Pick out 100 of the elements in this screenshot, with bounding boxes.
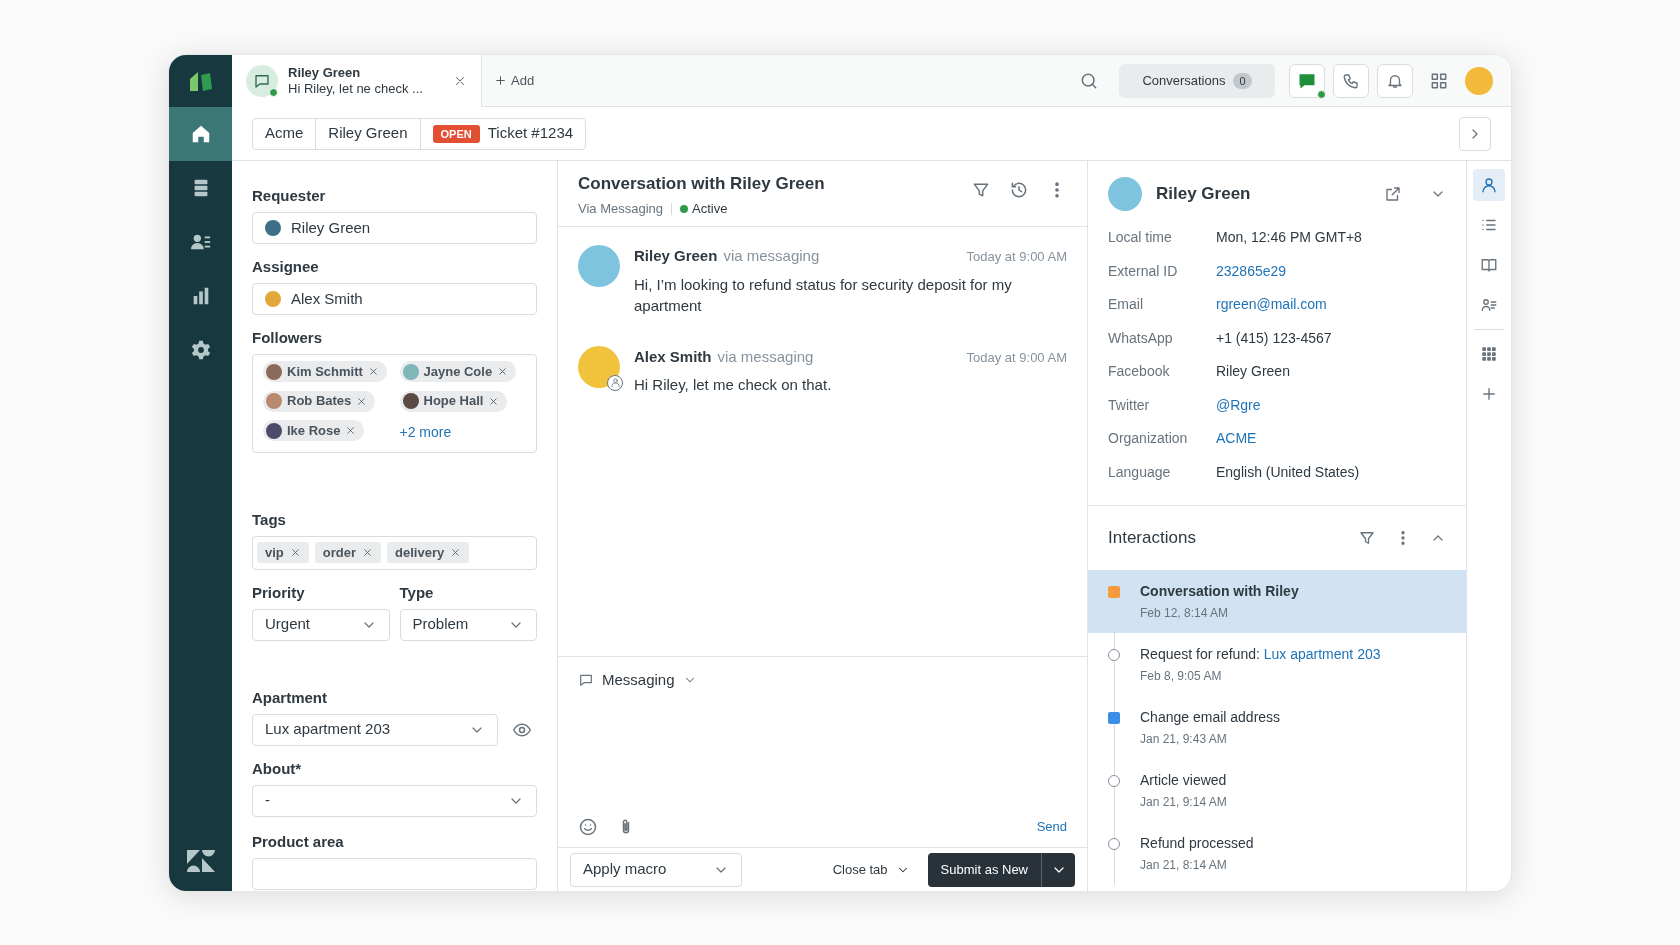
customer-name: Riley Green [1156, 183, 1252, 206]
message-author: Riley Green [634, 246, 718, 266]
tag[interactable]: order [314, 542, 382, 563]
submit-button[interactable]: Submit as New [927, 852, 1041, 887]
avatar [266, 363, 282, 380]
open-in-new-icon[interactable] [1384, 185, 1402, 203]
submit-options-button[interactable] [1041, 852, 1075, 887]
requester-field[interactable]: Riley Green [252, 212, 537, 244]
interaction-item[interactable]: Request for refund: Lux apartment 203 Feb 8, 9:05 AM [1088, 633, 1466, 696]
interaction-item[interactable]: Refund processed Jan 21, 8:14 AM [1088, 822, 1466, 885]
zendesk-logo-icon[interactable] [186, 850, 215, 872]
phone-button[interactable] [1333, 63, 1369, 98]
history-icon[interactable] [1009, 180, 1029, 200]
breadcrumb-label: Acme [265, 123, 304, 144]
breadcrumb-label: Ticket #1234 [487, 123, 574, 144]
field-label: Assignee [252, 258, 320, 276]
field-label: Priority [252, 583, 306, 602]
field-label: Organization [1108, 429, 1189, 449]
follower-chip[interactable]: Ike Rose [263, 420, 365, 441]
field-label: About* [252, 759, 303, 778]
interaction-title: Change email address [1140, 708, 1281, 726]
field-link[interactable]: 232865e29 [1216, 260, 1287, 282]
priority-dropdown[interactable]: Urgent [252, 608, 390, 641]
followers-field[interactable]: Kim Schmitt Jayne Cole Rob Bates Hope Hall Ike Rose +2 more [252, 354, 537, 453]
breadcrumb-label: Riley Green [328, 123, 408, 144]
interaction-title: Refund processed [1140, 834, 1254, 852]
tags-field[interactable]: vip order delivery [252, 535, 537, 570]
avatar [402, 363, 419, 380]
field-label: Followers [252, 329, 323, 347]
field-label: Twitter [1108, 395, 1151, 415]
remove-icon [450, 547, 462, 558]
logo-icon[interactable] [187, 69, 214, 93]
emoji-icon[interactable] [578, 817, 598, 837]
field-label: Local time [1108, 228, 1173, 248]
field-label: Facebook [1108, 362, 1171, 382]
notifications-button[interactable] [1377, 63, 1413, 98]
field-link[interactable]: ACME [1216, 428, 1257, 450]
messaging-button[interactable] [1289, 63, 1325, 98]
interaction-item[interactable]: Article viewed Jan 21, 9:14 AM [1088, 759, 1466, 822]
field-label: WhatsApp [1108, 328, 1174, 348]
remove-icon [289, 547, 301, 558]
interaction-item[interactable]: Change email address Jan 21, 9:43 AM [1088, 696, 1466, 759]
message-time: Today at 9:00 AM [966, 248, 1067, 266]
conversations-count: 0 [1233, 72, 1252, 89]
status-badge: OPEN [432, 124, 480, 143]
breadcrumb[interactable]: Riley Green [315, 118, 420, 149]
filter-icon[interactable] [1358, 529, 1376, 547]
message-channel: via messaging [723, 246, 820, 266]
apartment-dropdown[interactable]: Lux apartment 203 [252, 713, 498, 746]
interaction-link[interactable]: Lux apartment 203 [1263, 646, 1381, 662]
field-label: Language [1108, 462, 1172, 482]
interaction-date: Jan 21, 9:43 AM [1140, 731, 1228, 748]
add-tab-button[interactable]: Add [494, 70, 535, 91]
follower-chip[interactable]: Kim Schmitt [263, 361, 387, 382]
field-label: Email [1108, 295, 1144, 315]
type-dropdown[interactable]: Problem [399, 608, 537, 641]
conversation-title: Conversation with Riley Green [578, 174, 826, 194]
follower-chip[interactable]: Hope Hall [399, 390, 508, 412]
follower-chip[interactable]: Rob Bates [263, 390, 376, 412]
channel-dropdown[interactable]: Messaging [578, 669, 697, 692]
message-text: Hi, I’m looking to refund status for security deposit for my apartment [634, 274, 1013, 316]
follower-chip[interactable]: Jayne Cole [399, 361, 517, 382]
message-time: Today at 9:00 AM [966, 348, 1067, 367]
remove-icon [497, 366, 509, 377]
apply-macro-dropdown[interactable]: Apply macro [570, 852, 742, 887]
tag[interactable]: delivery [387, 542, 470, 563]
tag[interactable]: vip [257, 542, 309, 563]
user-icon [1480, 176, 1498, 194]
field-link[interactable]: rgreen@mail.com [1216, 294, 1327, 316]
message-text: Hi Riley, let me check on that. [634, 375, 833, 395]
remove-icon [488, 395, 500, 407]
more-followers-link[interactable]: +2 more [399, 422, 452, 444]
field-link[interactable]: @Rgre [1216, 394, 1261, 416]
interaction-title: Conversation with Riley [1140, 582, 1299, 600]
send-button[interactable]: Send [1036, 817, 1067, 837]
breadcrumb[interactable]: OPEN Ticket #1234 [419, 118, 586, 149]
assignee-field[interactable]: Alex Smith [252, 283, 537, 315]
rail-button[interactable] [1473, 169, 1505, 201]
interaction-title: Request for refund: Lux apartment 203 [1140, 645, 1381, 663]
avatar [402, 393, 419, 409]
interaction-title: Article viewed [1140, 771, 1227, 789]
filter-icon[interactable] [971, 180, 991, 200]
field-label: Tags [252, 510, 287, 529]
avatar [266, 422, 282, 439]
breadcrumb[interactable]: Acme [253, 118, 316, 149]
close-tab-button[interactable]: Close tab [832, 859, 910, 880]
tab-preview: Hi Riley, let ne check ... [288, 80, 424, 97]
field-value: Mon, 12:46 PM GMT+8 [1216, 228, 1362, 248]
remove-icon [362, 547, 374, 558]
conversations-button[interactable]: Conversations 0 [1119, 63, 1275, 98]
interaction-item[interactable]: Conversation with Riley Feb 12, 8:14 AM [1088, 570, 1466, 633]
remove-icon [345, 425, 357, 436]
nav-item[interactable] [169, 107, 232, 161]
ticket-tab[interactable]: Riley Green Hi Riley, let ne check ... [232, 55, 482, 107]
plus-icon [1480, 385, 1498, 403]
apps-icon [1480, 345, 1498, 363]
interaction-date: Jan 21, 8:14 AM [1140, 857, 1228, 874]
field-label: Requester [252, 187, 327, 205]
field-label: External ID [1108, 261, 1179, 281]
about-dropdown[interactable]: - [252, 784, 537, 817]
